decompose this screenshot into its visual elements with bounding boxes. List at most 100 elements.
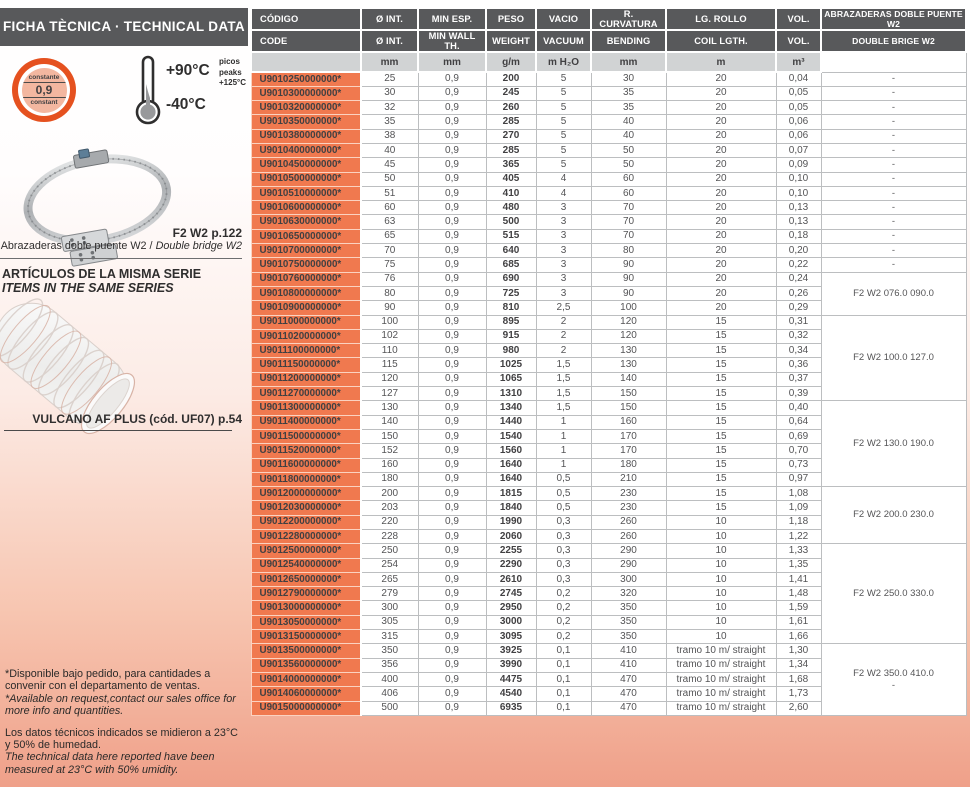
cell-vacuum: 5 (536, 86, 591, 100)
clamp-caption: Abrazaderas doble puente W2 / Double bri… (0, 240, 242, 252)
cell-vol: 1,41 (776, 572, 821, 586)
cell-vacuum: 1 (536, 458, 591, 472)
cell-wall: 0,9 (418, 172, 486, 186)
cell-clamp-ref: - (821, 201, 966, 215)
col-header-code-en: CODE (251, 30, 361, 52)
cell-code: U9011150000000* (251, 358, 361, 372)
table-row: U9012000000000*2000,918150,5230151,08F2 … (251, 487, 966, 501)
cell-wall: 0,9 (418, 615, 486, 629)
cell-wall: 0,9 (418, 501, 486, 515)
cell-code: U9010500000000* (251, 172, 361, 186)
cell-bending: 290 (591, 558, 666, 572)
cell-vol: 0,26 (776, 286, 821, 300)
cell-vacuum: 3 (536, 272, 591, 286)
cell-weight: 260 (486, 101, 536, 115)
cell-clamp-ref: F2 W2 076.0 090.0 (821, 272, 966, 315)
cell-vol: 0,04 (776, 72, 821, 86)
cell-bending: 35 (591, 86, 666, 100)
cell-code: U9010650000000* (251, 229, 361, 243)
cell-dint: 100 (361, 315, 418, 329)
cell-code: U9010350000000* (251, 115, 361, 129)
cell-code: U9012650000000* (251, 572, 361, 586)
cell-dint: 51 (361, 186, 418, 200)
table-row: U9010760000000*760,9690390200,24F2 W2 07… (251, 272, 966, 286)
cell-bending: 130 (591, 344, 666, 358)
cell-vol: 1,30 (776, 644, 821, 658)
cell-code: U9012200000000* (251, 515, 361, 529)
cell-vacuum: 2 (536, 344, 591, 358)
technical-data-table: CÓDIGOØ INT.MIN ESP.PESOVACIOR. CURVATUR… (250, 7, 967, 716)
cell-clamp-ref: - (821, 129, 966, 143)
cell-bending: 470 (591, 687, 666, 701)
cell-clamp-ref: - (821, 244, 966, 258)
cell-coil: 10 (666, 601, 776, 615)
cell-dint: 75 (361, 258, 418, 272)
cell-wall: 0,9 (418, 701, 486, 715)
clamp-reference: F2 W2 p.122 (0, 226, 242, 240)
cell-code: U9010750000000* (251, 258, 361, 272)
footnote-measured-en: The technical data here reported have be… (5, 751, 243, 776)
cell-clamp-ref: F2 W2 350.0 410.0- (821, 644, 966, 715)
cell-wall: 0,9 (418, 215, 486, 229)
cell-wall: 0,9 (418, 587, 486, 601)
cell-vol: 1,59 (776, 601, 821, 615)
cell-weight: 270 (486, 129, 536, 143)
cell-bending: 140 (591, 372, 666, 386)
cell-bending: 120 (591, 329, 666, 343)
cell-coil: 10 (666, 615, 776, 629)
cell-coil: 10 (666, 544, 776, 558)
cell-vacuum: 2 (536, 315, 591, 329)
cell-clamp-ref: - (821, 229, 966, 243)
cell-code: U9011270000000* (251, 387, 361, 401)
cell-wall: 0,9 (418, 258, 486, 272)
cell-dint: 356 (361, 658, 418, 672)
cell-dint: 63 (361, 215, 418, 229)
cell-coil: 10 (666, 515, 776, 529)
col-header-vacuum-es: VACIO (536, 8, 591, 30)
cell-bending: 170 (591, 429, 666, 443)
cell-vol: 0,13 (776, 215, 821, 229)
col-header-wall-en: MIN WALL TH. (418, 30, 486, 52)
cell-wall: 0,9 (418, 301, 486, 315)
cell-coil: tramo 10 m/ straight (666, 644, 776, 658)
cell-coil: 20 (666, 143, 776, 157)
cell-wall: 0,9 (418, 344, 486, 358)
cell-weight: 640 (486, 244, 536, 258)
cell-wall: 0,9 (418, 644, 486, 658)
cell-code: U9010510000000* (251, 186, 361, 200)
cell-wall: 0,9 (418, 315, 486, 329)
cell-coil: 20 (666, 186, 776, 200)
cell-clamp-ref: F2 W2 250.0 330.0 (821, 544, 966, 644)
cell-dint: 35 (361, 115, 418, 129)
badge-face: constante 0,9 constant (22, 68, 67, 113)
cell-weight: 2950 (486, 601, 536, 615)
cell-dint: 203 (361, 501, 418, 515)
cell-wall: 0,9 (418, 687, 486, 701)
cell-wall: 0,9 (418, 472, 486, 486)
table-row: U9010600000000*600,9480370200,13- (251, 201, 966, 215)
cell-weight: 1310 (486, 387, 536, 401)
cell-bending: 320 (591, 587, 666, 601)
cell-dint: 400 (361, 672, 418, 686)
cell-wall: 0,9 (418, 630, 486, 644)
cell-vol: 0,24 (776, 272, 821, 286)
cell-vacuum: 4 (536, 172, 591, 186)
cell-wall: 0,9 (418, 72, 486, 86)
table-row: U9010750000000*750,9685390200,22- (251, 258, 966, 272)
cell-bending: 80 (591, 244, 666, 258)
divider (0, 258, 242, 259)
cell-vacuum: 0,3 (536, 515, 591, 529)
cell-clamp-ref: - (821, 158, 966, 172)
cell-vol: 0,10 (776, 172, 821, 186)
table-row: U9010400000000*400,9285550200,07- (251, 143, 966, 157)
cell-dint: 152 (361, 444, 418, 458)
cell-code: U9010250000000* (251, 72, 361, 86)
col-unit-vacuum: m H₂O (536, 52, 591, 72)
table-row: U9011300000000*1300,913401,5150150,40F2 … (251, 401, 966, 415)
cell-vol: 0,07 (776, 143, 821, 157)
cell-code: U9010450000000* (251, 158, 361, 172)
cell-wall: 0,9 (418, 244, 486, 258)
cell-coil: 20 (666, 72, 776, 86)
cell-coil: 15 (666, 329, 776, 343)
cell-coil: 20 (666, 215, 776, 229)
